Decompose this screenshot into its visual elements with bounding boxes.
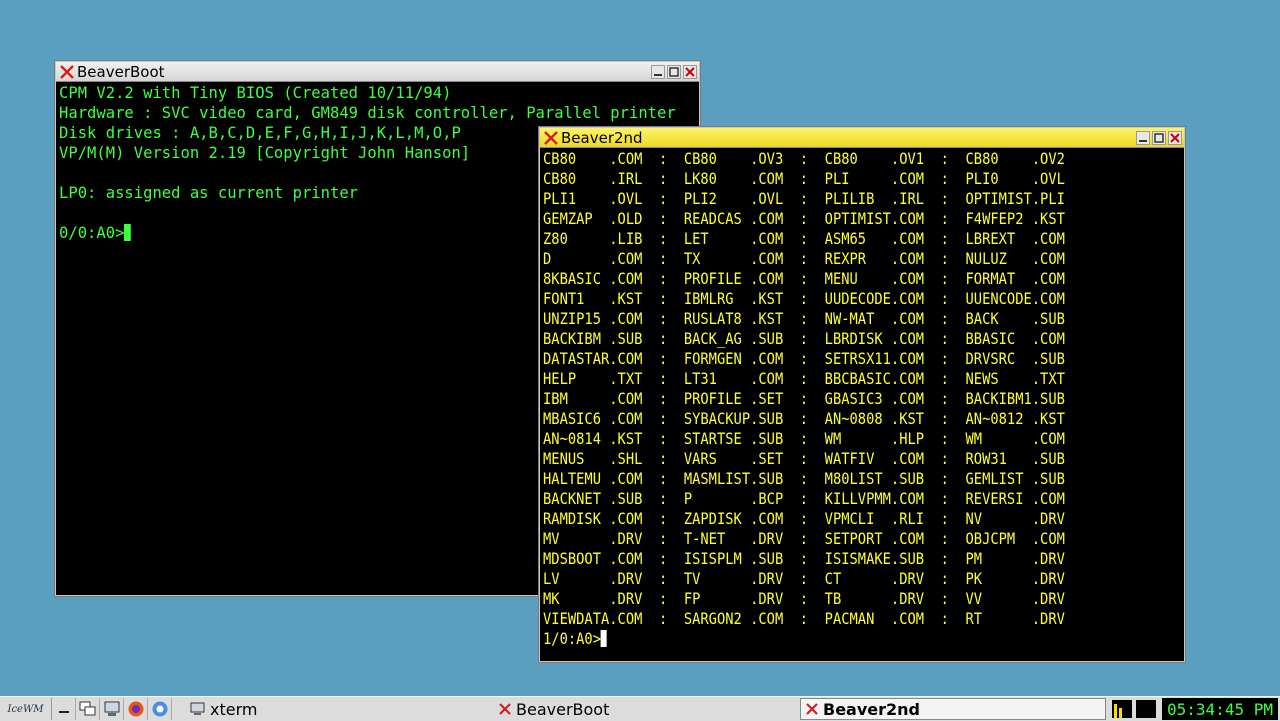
text-cursor xyxy=(124,224,132,241)
window-menu-button[interactable] xyxy=(52,698,76,720)
terminal-line: GEMZAP .OLD : READCAS .COM : OPTIMIST.CO… xyxy=(543,209,1065,228)
terminal-line: CB80 .COM : CB80 .OV3 : CB80 .OV1 : CB80… xyxy=(543,149,1065,168)
terminal-line: D .COM : TX .COM : REXPR .COM : NULUZ .C… xyxy=(543,249,1065,268)
command-prompt[interactable]: 1/0:A0> xyxy=(543,629,1092,649)
computer-icon xyxy=(104,701,119,716)
terminal-line: VIEWDATA.COM : SARGON2 .COM : PACMAN .CO… xyxy=(543,609,1065,628)
terminal-line: IBM .COM : PROFILE .SET : GBASIC3 .COM :… xyxy=(543,389,1065,408)
window-list-icon xyxy=(58,711,69,713)
window-title: BeaverBoot xyxy=(77,62,165,81)
terminal-output[interactable]: CB80 .COM : CB80 .OV3 : CB80 .OV1 : CB80… xyxy=(543,149,1092,658)
firefox-launcher[interactable] xyxy=(124,698,148,720)
terminal-line: Hardware : SVC video card, GM849 disk co… xyxy=(59,103,676,122)
terminal-line: MENUS .SHL : VARS .SET : WATFIV .COM : R… xyxy=(543,449,1065,468)
start-label: IceWM xyxy=(7,703,44,715)
terminal-line: Z80 .LIB : LET .COM : ASM65 .COM : LBREX… xyxy=(543,229,1065,248)
terminal-line: AN~0814 .KST : STARTSE .SUB : WM .HLP : … xyxy=(543,429,1065,448)
task-label: xterm xyxy=(210,699,258,719)
beaver2nd-window[interactable]: Beaver2nd CB80 .COM : CB80 .OV3 : CB80 .… xyxy=(539,127,1185,662)
taskbar: IceWM xterm BeaverBoot Beaver2nd 05:34:4… xyxy=(0,696,1280,721)
task-beaverboot[interactable]: BeaverBoot xyxy=(494,698,798,720)
terminal-line: CB80 .IRL : LK80 .COM : PLI .COM : PLI0 … xyxy=(543,169,1065,188)
terminal-launcher[interactable] xyxy=(100,698,124,720)
task-xterm[interactable]: xterm xyxy=(186,698,492,720)
window-title: Beaver2nd xyxy=(561,128,643,147)
cpu-monitor-icon xyxy=(1112,700,1132,718)
firefox-icon xyxy=(128,701,143,717)
prompt-text: 1/0:A0> xyxy=(543,629,601,648)
clock[interactable]: 05:34:45 PM xyxy=(1162,698,1278,720)
chrome-launcher[interactable] xyxy=(148,698,172,720)
terminal-line: HELP .TXT : LT31 .COM : BBCBASIC.COM : N… xyxy=(543,369,1065,388)
close-button[interactable] xyxy=(683,64,697,79)
terminal-line: PLI1 .OVL : PLI2 .OVL : PLILIB .IRL : OP… xyxy=(543,189,1065,208)
x-logo-icon[interactable] xyxy=(543,130,559,146)
windows-icon xyxy=(79,701,95,716)
terminal-line: HALTEMU .COM : MASMLIST.SUB : M80LIST .S… xyxy=(543,469,1065,488)
terminal-line: MBASIC6 .COM : SYBACKUP.SUB : AN~0808 .K… xyxy=(543,409,1065,428)
terminal-line: MK .DRV : FP .DRV : TB .DRV : VV .DRV xyxy=(543,589,1065,608)
prompt-text: 0/0:A0> xyxy=(59,223,125,242)
beaverboot-titlebar[interactable]: BeaverBoot xyxy=(56,62,699,82)
maximize-button[interactable] xyxy=(667,64,681,79)
terminal-line: BACKIBM .SUB : BACK_AG .SUB : LBRDISK .C… xyxy=(543,329,1065,348)
terminal-line: CPM V2.2 with Tiny BIOS (Created 10/11/9… xyxy=(59,83,452,102)
terminal-line: BACKNET .SUB : P .BCP : KILLVPMM.COM : R… xyxy=(543,489,1065,508)
terminal-line: FONT1 .KST : IBMLRG .KST : UUDECODE.COM … xyxy=(543,289,1065,308)
x-logo-icon xyxy=(806,703,818,715)
maximize-button[interactable] xyxy=(1152,130,1166,145)
task-beaver2nd[interactable]: Beaver2nd xyxy=(800,698,1106,720)
x-logo-icon[interactable] xyxy=(59,64,75,80)
start-button[interactable]: IceWM xyxy=(0,698,52,720)
terminal-line: MDSBOOT .COM : ISISPLM .SUB : ISISMAKE.S… xyxy=(543,549,1065,568)
system-tray xyxy=(1112,699,1162,719)
close-button[interactable] xyxy=(1168,130,1182,145)
network-monitor-icon xyxy=(1136,700,1156,718)
chrome-icon xyxy=(152,701,167,717)
terminal-line: LV .DRV : TV .DRV : CT .DRV : PK .DRV xyxy=(543,569,1065,588)
minimize-button[interactable] xyxy=(651,64,665,79)
text-cursor xyxy=(600,630,608,647)
task-label: BeaverBoot xyxy=(516,699,610,719)
beaver2nd-titlebar[interactable]: Beaver2nd xyxy=(540,128,1184,148)
terminal-line: 8KBASIC .COM : PROFILE .COM : MENU .COM … xyxy=(543,269,1065,288)
minimize-button[interactable] xyxy=(1136,130,1150,145)
x-logo-icon xyxy=(499,703,511,715)
terminal-icon xyxy=(190,702,205,715)
terminal-line: DATASTAR.COM : FORMGEN .COM : SETRSX11.C… xyxy=(543,349,1065,368)
show-desktop-button[interactable] xyxy=(76,698,100,720)
terminal-line: UNZIP15 .COM : RUSLAT8 .KST : NW-MAT .CO… xyxy=(543,309,1065,328)
terminal-line: MV .DRV : T-NET .DRV : SETPORT .COM : OB… xyxy=(543,529,1065,548)
task-label: Beaver2nd xyxy=(823,699,920,719)
terminal-line: RAMDISK .COM : ZAPDISK .COM : VPMCLI .RL… xyxy=(543,509,1065,528)
